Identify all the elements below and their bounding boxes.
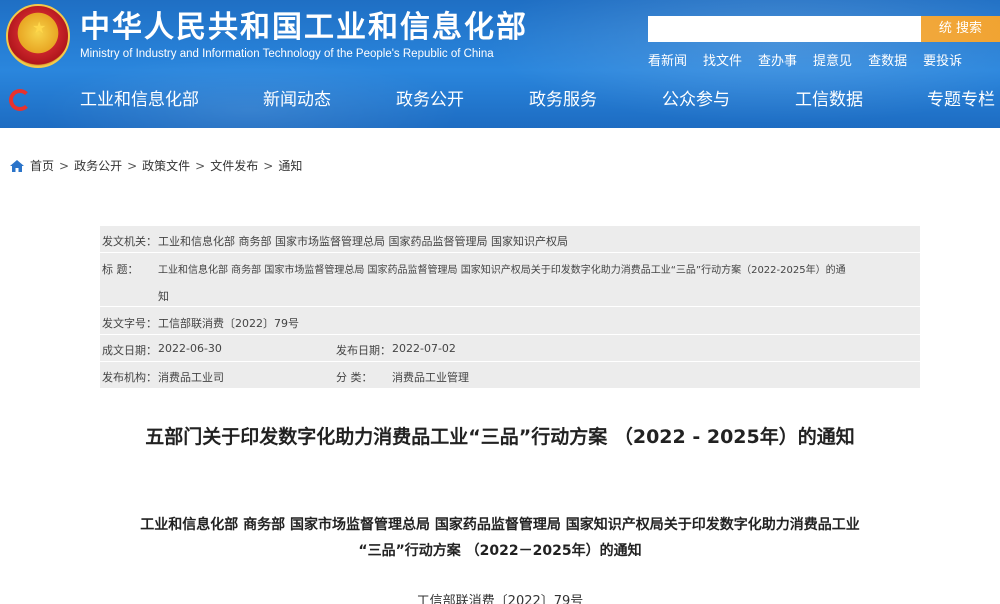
quick-link-data[interactable]: 查数据 (868, 50, 907, 69)
document-metadata-table: 发文机关： 工业和信息化部 商务部 国家市场监督管理总局 国家药品监督管理局 国… (100, 226, 920, 388)
meta-title-label: 标 题： (102, 263, 139, 276)
search-button[interactable]: 统 搜索 (921, 16, 1000, 42)
document-heading-line2: “三品”行动方案 （2022－2025年）的通知 (358, 543, 642, 559)
quick-link-services[interactable]: 查办事 (758, 50, 797, 69)
meta-divider (100, 252, 920, 253)
meta-category-value: 消费品工业管理 (392, 371, 469, 384)
nav-item-topics[interactable]: 专题专栏 (927, 88, 995, 112)
meta-divider (100, 334, 920, 335)
meta-category-label: 分 类： (336, 371, 373, 384)
meta-title-value-cont: 知 (158, 290, 169, 303)
nav-item-participation[interactable]: 公众参与 (662, 88, 730, 112)
breadcrumb-home[interactable]: 首页 (30, 157, 54, 174)
home-icon (10, 159, 24, 172)
breadcrumb-policy-files[interactable]: 政策文件 (142, 157, 190, 174)
breadcrumb: 首页 > 政务公开 > 政策文件 > 文件发布 > 通知 (10, 157, 302, 174)
breadcrumb-file-release[interactable]: 文件发布 (210, 157, 258, 174)
breadcrumb-notice[interactable]: 通知 (278, 157, 302, 174)
nav-item-data[interactable]: 工信数据 (795, 88, 863, 112)
meta-divider (100, 306, 920, 307)
meta-pub-label: 发布日期： (336, 344, 391, 357)
site-header: ★ 中华人民共和国工业和信息化部 Ministry of Industry an… (0, 0, 1000, 128)
meta-issuer-value: 工业和信息化部 商务部 国家市场监督管理总局 国家药品监督管理局 国家知识产权局 (158, 235, 568, 248)
breadcrumb-public-affairs[interactable]: 政务公开 (74, 157, 122, 174)
quick-links: 看新闻 找文件 查办事 提意见 查数据 要投诉 (648, 50, 962, 69)
meta-pub-value: 2022-07-02 (392, 342, 456, 355)
search-input[interactable] (648, 16, 921, 42)
site-subtitle: Ministry of Industry and Information Tec… (80, 48, 494, 60)
document-number: 工信部联消费〔2022〕79号 (416, 594, 584, 604)
breadcrumb-separator: > (195, 158, 206, 173)
meta-divider (100, 361, 920, 362)
meta-doc-no-value: 工信部联消费〔2022〕79号 (158, 317, 299, 330)
breadcrumb-separator: > (263, 158, 274, 173)
meta-issuer-label: 发文机关： (102, 235, 157, 248)
main-nav: 工业和信息化部 新闻动态 政务公开 政务服务 公众参与 工信数据 专题专栏 (0, 82, 1000, 118)
document-heading: 工业和信息化部 商务部 国家市场监督管理总局 国家药品监督管理局 国家知识产权局… (0, 512, 1000, 564)
meta-title-value: 工业和信息化部 商务部 国家市场监督管理总局 国家药品监督管理局 国家知识产权局… (158, 265, 846, 276)
meta-doc-no-label: 发文字号： (102, 317, 157, 330)
nav-item-public-affairs[interactable]: 政务公开 (396, 88, 464, 112)
document-heading-line1: 工业和信息化部 商务部 国家市场监督管理总局 国家药品监督管理局 国家知识产权局… (140, 517, 860, 533)
nav-item-gov-services[interactable]: 政务服务 (529, 88, 597, 112)
meta-date-value: 2022-06-30 (158, 342, 222, 355)
document-title: 五部门关于印发数字化助力消费品工业“三品”行动方案 （2022 - 2025年）… (145, 426, 855, 448)
meta-org-value: 消费品工业司 (158, 371, 224, 384)
nav-item-ministry[interactable]: 工业和信息化部 (80, 88, 199, 112)
national-emblem-icon: ★ (6, 4, 70, 68)
nav-logo-icon[interactable] (9, 89, 31, 111)
site-title[interactable]: 中华人民共和国工业和信息化部 (80, 10, 528, 46)
meta-date-label: 成文日期： (102, 344, 157, 357)
quick-link-complaint[interactable]: 要投诉 (923, 50, 962, 69)
breadcrumb-separator: > (127, 158, 138, 173)
breadcrumb-separator: > (59, 158, 70, 173)
quick-link-feedback[interactable]: 提意见 (813, 50, 852, 69)
meta-org-label: 发布机构： (102, 371, 157, 384)
quick-link-files[interactable]: 找文件 (703, 50, 742, 69)
nav-item-news[interactable]: 新闻动态 (263, 88, 331, 112)
quick-link-news[interactable]: 看新闻 (648, 50, 687, 69)
